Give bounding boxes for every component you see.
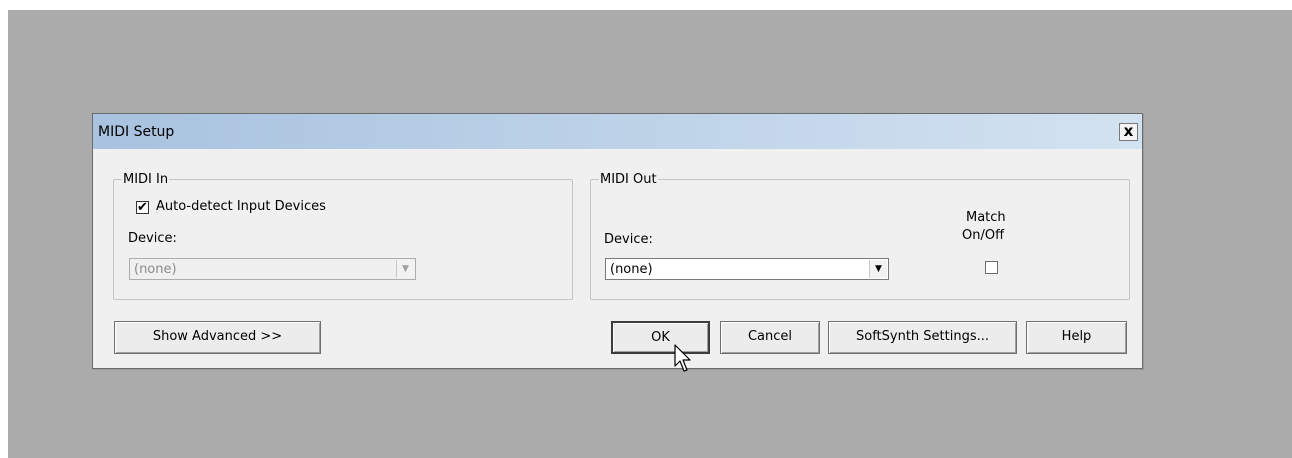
show-advanced-button[interactable]: Show Advanced >> <box>114 321 321 354</box>
check-icon: ✔ <box>137 200 148 215</box>
cancel-button[interactable]: Cancel <box>720 321 820 354</box>
dialog-title: MIDI Setup <box>98 124 175 140</box>
midi-in-group: MIDI In <box>113 172 573 300</box>
midi-in-legend: MIDI In <box>123 172 169 187</box>
midi-out-legend: MIDI Out <box>600 172 657 187</box>
midi-out-device-select[interactable]: (none) ▼ <box>605 258 889 280</box>
midi-in-device-label: Device: <box>128 231 177 246</box>
auto-detect-label: Auto-detect Input Devices <box>156 199 326 214</box>
help-button[interactable]: Help <box>1026 321 1127 354</box>
midi-in-device-value: (none) <box>134 262 177 277</box>
chevron-down-icon: ▼ <box>396 260 414 278</box>
close-icon: x <box>1123 122 1134 140</box>
match-on-off-checkbox[interactable] <box>985 261 998 274</box>
midi-setup-dialog: MIDI Setup x MIDI In ✔ Auto-detect Input… <box>92 113 1143 369</box>
match-label-line1: Match <box>966 210 1006 225</box>
midi-out-device-value: (none) <box>610 262 653 277</box>
softsynth-settings-button[interactable]: SoftSynth Settings... <box>828 321 1017 354</box>
title-bar[interactable]: MIDI Setup x <box>93 114 1142 149</box>
midi-out-group: MIDI Out <box>590 172 1130 300</box>
match-label-line2: On/Off <box>962 228 1005 243</box>
chevron-down-icon: ▼ <box>869 260 887 278</box>
mouse-pointer-icon <box>674 344 691 372</box>
auto-detect-checkbox[interactable]: ✔ <box>136 201 149 214</box>
close-button[interactable]: x <box>1119 123 1138 141</box>
midi-in-device-select[interactable]: (none) ▼ <box>129 258 416 280</box>
midi-out-device-label: Device: <box>604 232 653 247</box>
ok-button[interactable]: OK <box>611 321 710 354</box>
